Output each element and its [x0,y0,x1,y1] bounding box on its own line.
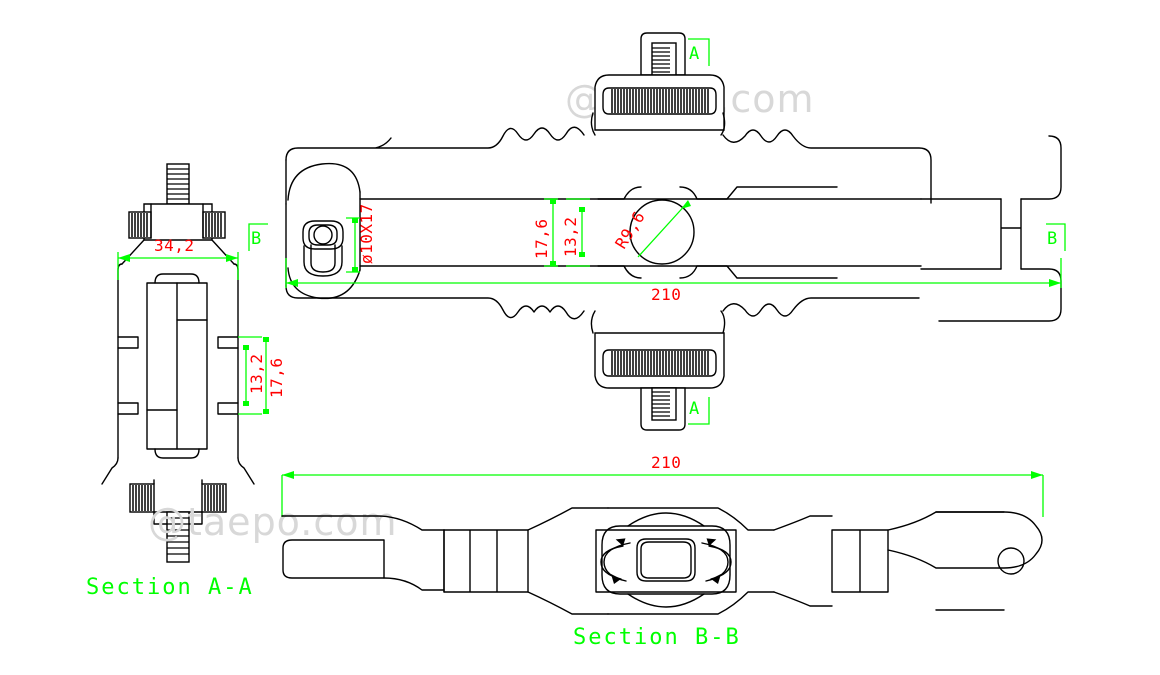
technical-drawing-svg: @taepo.com [0,0,1160,675]
dim-aa-width-text: 34,2 [154,236,195,255]
top-stem-lower [640,387,686,431]
dim-overall-length-top-text: 210 [651,285,681,304]
dim-aa-outer-height-text: 17,6 [267,357,286,398]
section-bb-label: Section B-B [573,625,741,650]
lower-knurl-teeth [611,351,709,375]
dim-outer-height-text: 17,6 [532,218,551,259]
aa-top-knurl-left [128,211,152,239]
section-aa-label: Section A-A [86,575,254,600]
upper-knurl-teeth [611,89,709,113]
aa-top-stem-thread [167,168,189,200]
marker-a-bottom-label: A [689,399,699,419]
dim-inner-height-text: 13,2 [561,216,580,257]
marker-a-top-label: A [689,44,699,64]
cad-drawing-canvas: @taepo.com [0,0,1160,675]
dim-aa-inner-height-text: 13,2 [247,353,266,394]
stem-lower-knurl-lines [652,391,670,417]
lower-knurl-plate [602,349,717,377]
aa-top-knurl-right [202,211,226,239]
watermark-bottom: @taepo.com [148,500,398,544]
dim-pin-hole-text: ø10X17 [357,203,376,264]
aa-top-stem [166,163,190,205]
dim-overall-length-bb-text: 210 [651,453,681,472]
marker-b-right-label: B [1047,229,1057,249]
marker-b-left-label: B [251,229,261,249]
upper-knurl-plate [602,87,717,115]
aa-top-head [143,203,213,241]
top-stem-upper [640,32,686,76]
stem-knurl-lines [652,47,670,73]
